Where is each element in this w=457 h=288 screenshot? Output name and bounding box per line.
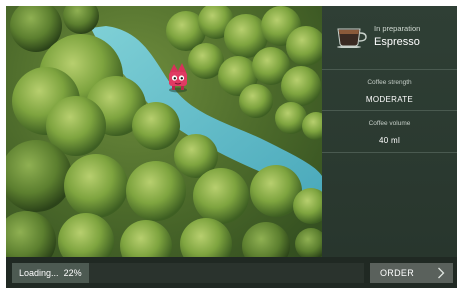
- broccoli-landscape-illustration: [6, 6, 322, 257]
- preparation-header: In preparation Espresso: [322, 6, 457, 70]
- loading-percent: 22%: [63, 268, 82, 278]
- chevron-right-icon: [437, 267, 445, 282]
- landscape-artwork: [6, 6, 322, 257]
- coffee-strength-value: MODERATE: [365, 95, 414, 104]
- drink-info-panel: In preparation Espresso Coffee strength …: [322, 6, 457, 257]
- loading-progress-bar: Loading... 22%: [12, 263, 364, 283]
- preparation-status-label: In preparation: [374, 24, 421, 33]
- drink-name: Espresso: [374, 36, 420, 48]
- loading-status: Loading... 22%: [19, 268, 82, 278]
- order-button[interactable]: ORDER: [370, 263, 453, 283]
- bottom-bar: Loading... 22% ORDER: [6, 257, 457, 288]
- coffee-volume-label: Coffee volume: [368, 120, 411, 127]
- coffee-strength-setting: Coffee strength MODERATE: [322, 70, 457, 111]
- coffee-volume-value: 40 ml: [378, 136, 401, 145]
- loading-label: Loading...: [19, 268, 59, 278]
- coffee-machine-screen: In preparation Espresso Coffee strength …: [6, 6, 457, 288]
- order-button-label: ORDER: [380, 268, 415, 278]
- coffee-volume-setting: Coffee volume 40 ml: [322, 111, 457, 153]
- espresso-cup-icon: [336, 26, 368, 53]
- coffee-strength-label: Coffee strength: [367, 79, 412, 86]
